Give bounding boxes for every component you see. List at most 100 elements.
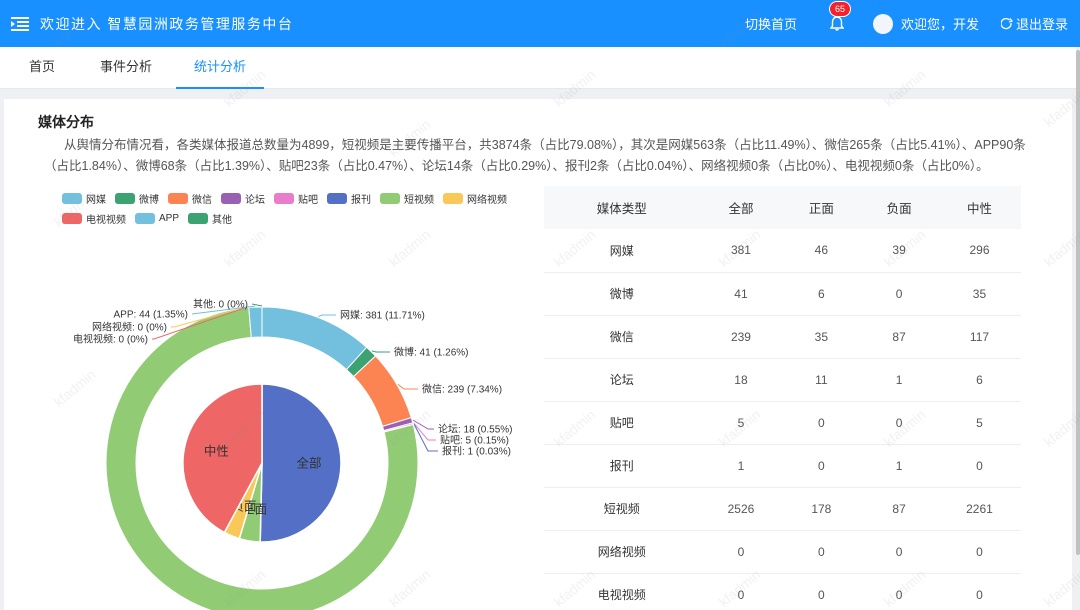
legend-item[interactable]: 网媒 <box>62 188 106 208</box>
legend-label: 贴吧 <box>298 191 318 206</box>
header-all: 全部 <box>699 186 782 229</box>
cell-media-type: 微信 <box>544 315 699 358</box>
legend-item[interactable]: 电视视频 <box>62 208 126 228</box>
menu-toggle-button[interactable] <box>0 0 40 47</box>
scrollbar-thumb[interactable] <box>1076 50 1080 555</box>
page-scrollbar[interactable] <box>1076 47 1080 610</box>
outer-slice-label: 网媒: 381 (11.71%) <box>340 310 425 322</box>
cell-value: 6 <box>782 272 860 315</box>
cell-value: 5 <box>699 401 782 444</box>
table-row: 网络视频0000 <box>544 530 1021 573</box>
legend-swatch <box>115 193 135 204</box>
legend-item[interactable]: 微信 <box>168 188 212 208</box>
cell-value: 0 <box>860 272 938 315</box>
logout-button[interactable]: 退出登录 <box>1001 14 1068 33</box>
legend-label: 电视视频 <box>86 211 126 226</box>
legend-item[interactable]: 短视频 <box>380 188 434 208</box>
cell-value: 0 <box>782 444 860 487</box>
table-row: 电视视频0000 <box>544 573 1021 610</box>
table-row: 报刊1010 <box>544 444 1021 487</box>
cell-value: 87 <box>860 487 938 530</box>
cell-media-type: 短视频 <box>544 487 699 530</box>
cell-value: 2261 <box>938 487 1021 530</box>
legend-item[interactable]: 网络视频 <box>443 188 507 208</box>
notification-badge: 65 <box>829 1 851 17</box>
label-leader-line <box>398 384 418 389</box>
legend-item[interactable]: APP <box>135 208 179 228</box>
outer-slice-label: 网络视频: 0 (0%) <box>92 321 167 334</box>
legend-swatch <box>135 213 155 224</box>
cell-value: 46 <box>782 229 860 272</box>
legend-item[interactable]: 论坛 <box>221 188 265 208</box>
legend-label: 报刊 <box>351 191 371 206</box>
outer-slice-label: 微信: 239 (7.34%) <box>422 383 502 396</box>
cell-value: 296 <box>938 229 1021 272</box>
cell-value: 0 <box>782 401 860 444</box>
table-row: 微信2393587117 <box>544 315 1021 358</box>
logout-label: 退出登录 <box>1016 14 1068 33</box>
legend-swatch <box>188 213 208 224</box>
label-leader-line <box>318 315 336 316</box>
table-row: 网媒3814639296 <box>544 229 1021 272</box>
cell-value: 1 <box>699 444 782 487</box>
legend-label: 微博 <box>139 191 159 206</box>
cell-media-type: 网络视频 <box>544 530 699 573</box>
legend-label: 其他 <box>212 211 232 226</box>
legend-swatch <box>327 193 347 204</box>
bell-icon <box>830 16 844 31</box>
cell-value: 0 <box>699 573 782 610</box>
cell-value: 0 <box>938 573 1021 610</box>
legend-swatch <box>62 213 82 224</box>
cell-value: 1 <box>860 358 938 401</box>
cell-value: 239 <box>699 315 782 358</box>
media-pie-chart: 全部正面负面中性网媒: 381 (11.71%)微博: 41 (1.26%)微信… <box>4 288 544 610</box>
legend-swatch <box>274 193 294 204</box>
legend-swatch <box>62 193 82 204</box>
menu-fold-icon <box>11 17 29 31</box>
tab-event-analysis[interactable]: 事件分析 <box>90 47 162 89</box>
table-row: 论坛181116 <box>544 358 1021 401</box>
cell-media-type: 网媒 <box>544 229 699 272</box>
cell-value: 0 <box>860 530 938 573</box>
legend-swatch <box>168 193 188 204</box>
legend-item[interactable]: 贴吧 <box>274 188 318 208</box>
cell-media-type: 论坛 <box>544 358 699 401</box>
cell-value: 35 <box>782 315 860 358</box>
cell-value: 0 <box>782 530 860 573</box>
tab-bar: 首页 事件分析 统计分析 <box>0 47 1076 89</box>
tab-statistics-label: 统计分析 <box>194 59 246 74</box>
header-neutral: 中性 <box>938 186 1021 229</box>
tab-statistics[interactable]: 统计分析 <box>176 47 264 89</box>
cell-value: 39 <box>860 229 938 272</box>
legend-swatch <box>221 193 241 204</box>
top-bar: 欢迎进入 智慧园洲政务管理服务中台 切换首页 65 欢迎您，开发 退出登录 <box>0 0 1080 47</box>
inner-slice-label: 中性 <box>204 443 229 458</box>
legend-label: 网络视频 <box>467 191 507 206</box>
summary-text: 从舆情分布情况看，各类媒体报道总数量为4899，短视频是主要传播平台，共3874… <box>44 135 1034 177</box>
cell-value: 0 <box>860 573 938 610</box>
outer-slice-label: 其他: 0 (0%) <box>193 298 248 311</box>
notification-button[interactable]: 65 <box>827 14 847 34</box>
label-leader-line <box>372 351 390 352</box>
tab-home[interactable]: 首页 <box>18 47 66 89</box>
outer-slice-9[interactable] <box>249 307 262 337</box>
tab-event-analysis-label: 事件分析 <box>100 59 152 74</box>
cell-value: 2526 <box>699 487 782 530</box>
cell-value: 0 <box>860 401 938 444</box>
legend-item[interactable]: 其他 <box>188 208 232 228</box>
media-table: 媒体类型 全部 正面 负面 中性 网媒3814639296微博416035微信2… <box>544 186 1021 610</box>
switch-home-link[interactable]: 切换首页 <box>745 14 797 33</box>
legend-label: APP <box>159 213 179 224</box>
table-row: 贴吧5005 <box>544 401 1021 444</box>
legend-item[interactable]: 微博 <box>115 188 159 208</box>
cell-media-type: 贴吧 <box>544 401 699 444</box>
legend-item[interactable]: 报刊 <box>327 188 371 208</box>
avatar[interactable] <box>873 14 893 34</box>
cell-value: 5 <box>938 401 1021 444</box>
cell-value: 0 <box>699 530 782 573</box>
section-title: 媒体分布 <box>38 112 94 132</box>
tab-home-label: 首页 <box>29 59 55 74</box>
logout-icon <box>1001 18 1013 30</box>
legend-label: 论坛 <box>245 191 265 206</box>
cell-value: 117 <box>938 315 1021 358</box>
